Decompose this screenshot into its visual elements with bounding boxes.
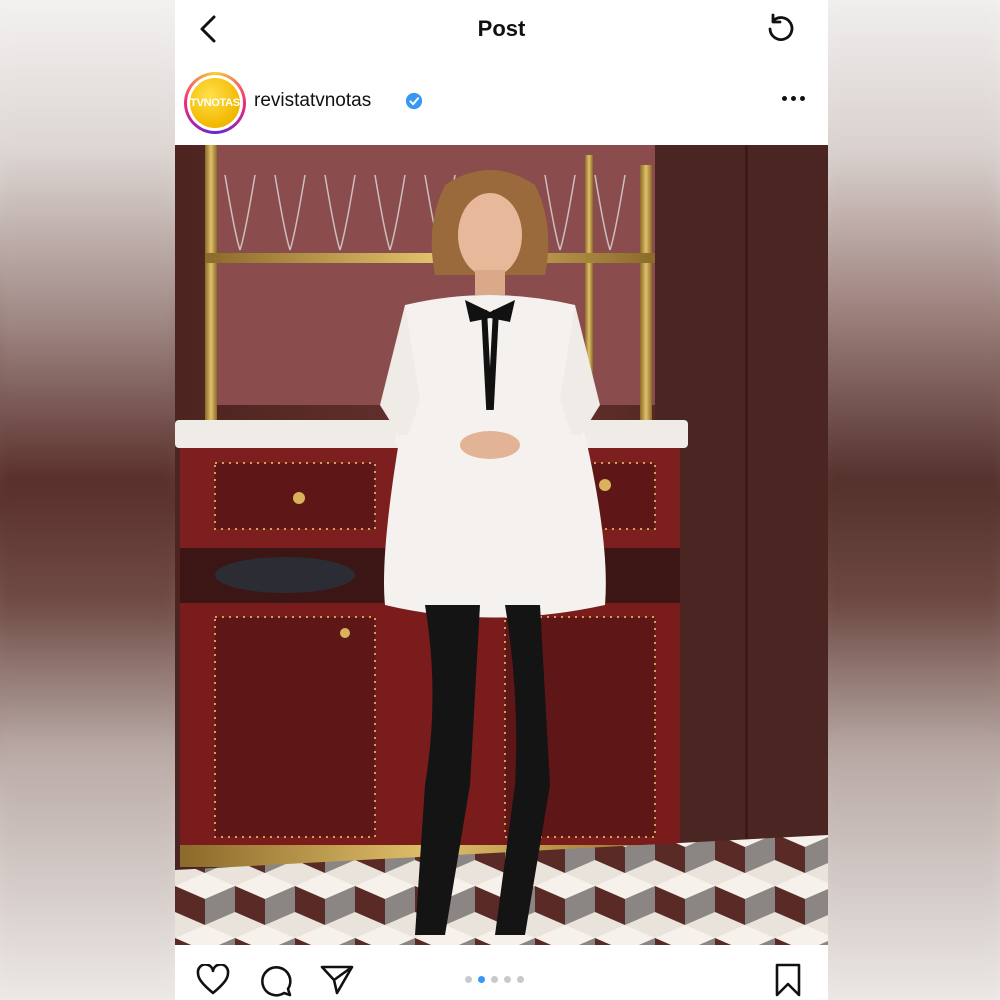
post-photo-illustration (175, 145, 828, 945)
carousel-indicator (465, 976, 524, 983)
action-bar (175, 952, 828, 1000)
carousel-dot (465, 976, 472, 983)
carousel-dot (504, 976, 511, 983)
carousel-dot (491, 976, 498, 983)
avatar[interactable]: TVNOTAS (184, 72, 246, 134)
comment-icon (261, 966, 292, 997)
username-link[interactable]: revistatvnotas (254, 90, 371, 112)
back-button[interactable] (191, 12, 225, 46)
verified-badge-icon (405, 92, 423, 110)
carousel-dot-active (478, 976, 485, 983)
share-button[interactable] (319, 962, 355, 998)
bookmark-icon (775, 963, 801, 997)
more-dot (790, 95, 796, 101)
post-image[interactable] (175, 145, 828, 945)
post-header: TVNOTAS revistatvnotas (175, 60, 828, 144)
refresh-icon (768, 13, 794, 41)
more-dot (799, 95, 805, 101)
like-button[interactable] (195, 962, 231, 998)
send-icon (320, 965, 354, 995)
more-options-button[interactable] (778, 88, 808, 108)
heart-icon (196, 964, 230, 995)
save-button[interactable] (770, 962, 806, 998)
background-blur-left (0, 0, 175, 1000)
background-blur-right (825, 0, 1000, 1000)
carousel-dot (517, 976, 524, 983)
more-horizontal-icon (781, 95, 787, 101)
refresh-button[interactable] (762, 10, 800, 48)
chevron-left-icon (200, 15, 216, 43)
post-screen: Post TVNOTAS revistatvnotas (175, 0, 828, 1000)
top-bar: Post (175, 0, 828, 58)
page-title: Post (477, 16, 526, 41)
avatar-logo: TVNOTAS (190, 78, 240, 128)
comment-button[interactable] (257, 962, 293, 998)
